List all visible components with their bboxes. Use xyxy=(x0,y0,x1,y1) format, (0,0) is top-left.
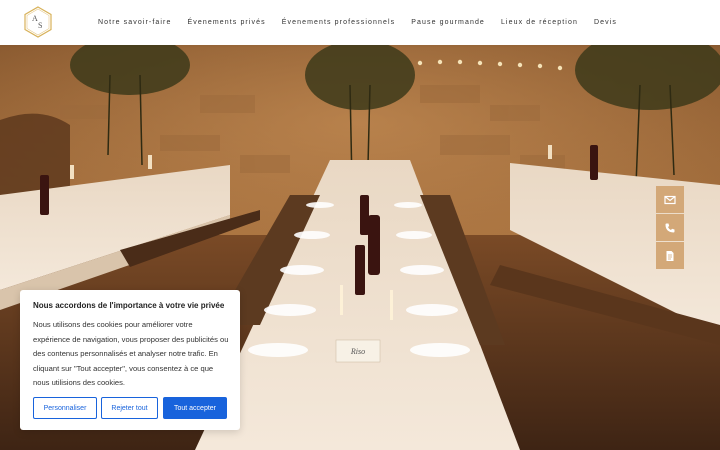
document-button[interactable] xyxy=(656,242,684,269)
document-icon xyxy=(666,250,674,261)
nav-item-devis[interactable]: Devis xyxy=(594,19,617,26)
side-contact-buttons xyxy=(656,186,684,270)
cookie-title: Nous accordons de l'importance à votre v… xyxy=(33,301,225,310)
nav-item-savoir-faire[interactable]: Notre savoir-faire xyxy=(98,19,171,26)
main-nav: Notre savoir-faire Évenements privés Éve… xyxy=(98,0,633,45)
nav-item-evenements-prives[interactable]: Évenements privés xyxy=(187,19,265,26)
logo-letter-s: S xyxy=(38,21,43,30)
phone-button[interactable] xyxy=(656,214,684,241)
cookie-consent-banner: Nous accordons de l'importance à votre v… xyxy=(20,290,240,430)
nav-item-lieux-de-reception[interactable]: Lieux de réception xyxy=(501,19,578,26)
cookie-description: Nous utilisons des cookies pour améliore… xyxy=(33,320,229,387)
envelope-icon xyxy=(664,195,676,204)
site-header: A S Notre savoir-faire Évenements privés… xyxy=(0,0,720,45)
customize-button[interactable]: Personnaliser xyxy=(33,397,97,419)
envelope-button[interactable] xyxy=(656,186,684,213)
logo-letter-a: A xyxy=(32,14,38,23)
reject-all-button[interactable]: Rejeter tout xyxy=(101,397,158,419)
nav-item-pause-gourmande[interactable]: Pause gourmande xyxy=(411,19,485,26)
place-card-text: Riso xyxy=(350,347,365,356)
nav-item-evenements-professionnels[interactable]: Évenements professionnels xyxy=(282,19,396,26)
site-logo[interactable]: A S xyxy=(22,6,54,38)
accept-all-button[interactable]: Tout accepter xyxy=(163,397,227,419)
phone-icon xyxy=(665,223,675,232)
